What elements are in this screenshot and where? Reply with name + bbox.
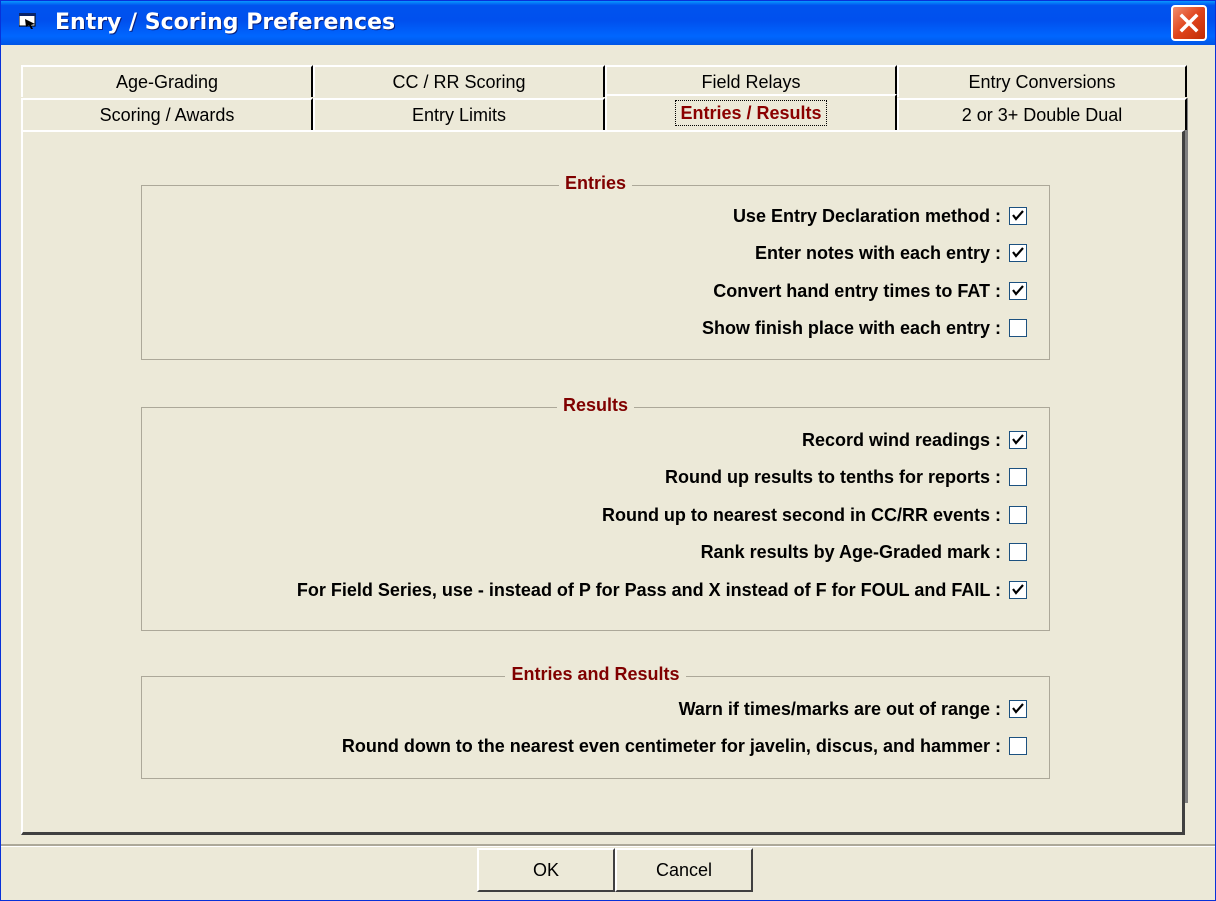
checkmark-icon bbox=[1012, 285, 1024, 296]
round-up-tenths-checkbox[interactable] bbox=[1009, 468, 1027, 486]
option-round-up-tenths[interactable]: Round up results to tenths for reports : bbox=[665, 465, 1027, 489]
ok-button[interactable]: OK bbox=[477, 848, 615, 892]
convert-hand-times-checkbox[interactable] bbox=[1009, 282, 1027, 300]
button-separator bbox=[1, 844, 1215, 847]
window-title: Entry / Scoring Preferences bbox=[55, 10, 396, 35]
checkmark-icon bbox=[1012, 703, 1024, 714]
enter-notes-checkbox[interactable] bbox=[1009, 244, 1027, 262]
option-use-entry-declaration[interactable]: Use Entry Declaration method : bbox=[733, 204, 1027, 228]
option-warn-out-of-range[interactable]: Warn if times/marks are out of range : bbox=[679, 697, 1027, 721]
option-round-down-centimeter[interactable]: Round down to the nearest even centimete… bbox=[342, 734, 1027, 758]
record-wind-checkbox[interactable] bbox=[1009, 431, 1027, 449]
entries-group: Entries Use Entry Declaration method : E… bbox=[141, 173, 1050, 360]
tab-age-grading[interactable]: Age-Grading bbox=[21, 65, 313, 97]
preferences-dialog: Entry / Scoring Preferences Age-Grading … bbox=[0, 0, 1216, 901]
checkmark-icon bbox=[1012, 247, 1024, 258]
tab-cc-rr-scoring[interactable]: CC / RR Scoring bbox=[313, 65, 605, 97]
title-bar[interactable]: Entry / Scoring Preferences bbox=[1, 1, 1215, 45]
round-down-centimeter-checkbox[interactable] bbox=[1009, 737, 1027, 755]
tab-row-front: Scoring / Awards Entry Limits Entries / … bbox=[21, 94, 1187, 130]
tab-entry-limits[interactable]: Entry Limits bbox=[313, 98, 605, 130]
tab-entries-results[interactable]: Entries / Results bbox=[605, 94, 897, 130]
cancel-button[interactable]: Cancel bbox=[615, 848, 753, 892]
checkmark-icon bbox=[1012, 584, 1024, 595]
option-field-series-symbols[interactable]: For Field Series, use - instead of P for… bbox=[297, 578, 1027, 602]
field-series-symbols-checkbox[interactable] bbox=[1009, 581, 1027, 599]
tab-double-dual[interactable]: 2 or 3+ Double Dual bbox=[897, 98, 1187, 130]
option-enter-notes[interactable]: Enter notes with each entry : bbox=[755, 241, 1027, 265]
option-show-finish-place[interactable]: Show finish place with each entry : bbox=[702, 316, 1027, 340]
use-entry-declaration-checkbox[interactable] bbox=[1009, 207, 1027, 225]
close-button[interactable] bbox=[1171, 5, 1207, 41]
round-up-second-checkbox[interactable] bbox=[1009, 506, 1027, 524]
entries-and-results-group-title: Entries and Results bbox=[505, 664, 686, 684]
close-icon bbox=[1179, 13, 1199, 33]
results-group-title: Results bbox=[556, 395, 635, 415]
option-round-up-second[interactable]: Round up to nearest second in CC/RR even… bbox=[602, 503, 1027, 527]
entries-and-results-group: Entries and Results Warn if times/marks … bbox=[141, 664, 1050, 779]
rank-age-graded-checkbox[interactable] bbox=[1009, 543, 1027, 561]
tab-scoring-awards[interactable]: Scoring / Awards bbox=[21, 98, 313, 130]
results-group: Results Record wind readings : Round up … bbox=[141, 395, 1050, 631]
tab-field-relays[interactable]: Field Relays bbox=[605, 65, 897, 97]
option-rank-age-graded[interactable]: Rank results by Age-Graded mark : bbox=[701, 540, 1027, 564]
checkmark-icon bbox=[1012, 210, 1024, 221]
tab-entry-conversions[interactable]: Entry Conversions bbox=[897, 65, 1187, 97]
option-record-wind[interactable]: Record wind readings : bbox=[802, 428, 1027, 452]
warn-out-of-range-checkbox[interactable] bbox=[1009, 700, 1027, 718]
checkmark-icon bbox=[1012, 434, 1024, 445]
panel-edge bbox=[1185, 98, 1188, 803]
tab-row-back: Age-Grading CC / RR Scoring Field Relays… bbox=[21, 65, 1187, 97]
option-convert-hand-times[interactable]: Convert hand entry times to FAT : bbox=[713, 279, 1027, 303]
entries-group-title: Entries bbox=[558, 173, 633, 193]
show-finish-place-checkbox[interactable] bbox=[1009, 319, 1027, 337]
app-icon bbox=[18, 12, 39, 29]
